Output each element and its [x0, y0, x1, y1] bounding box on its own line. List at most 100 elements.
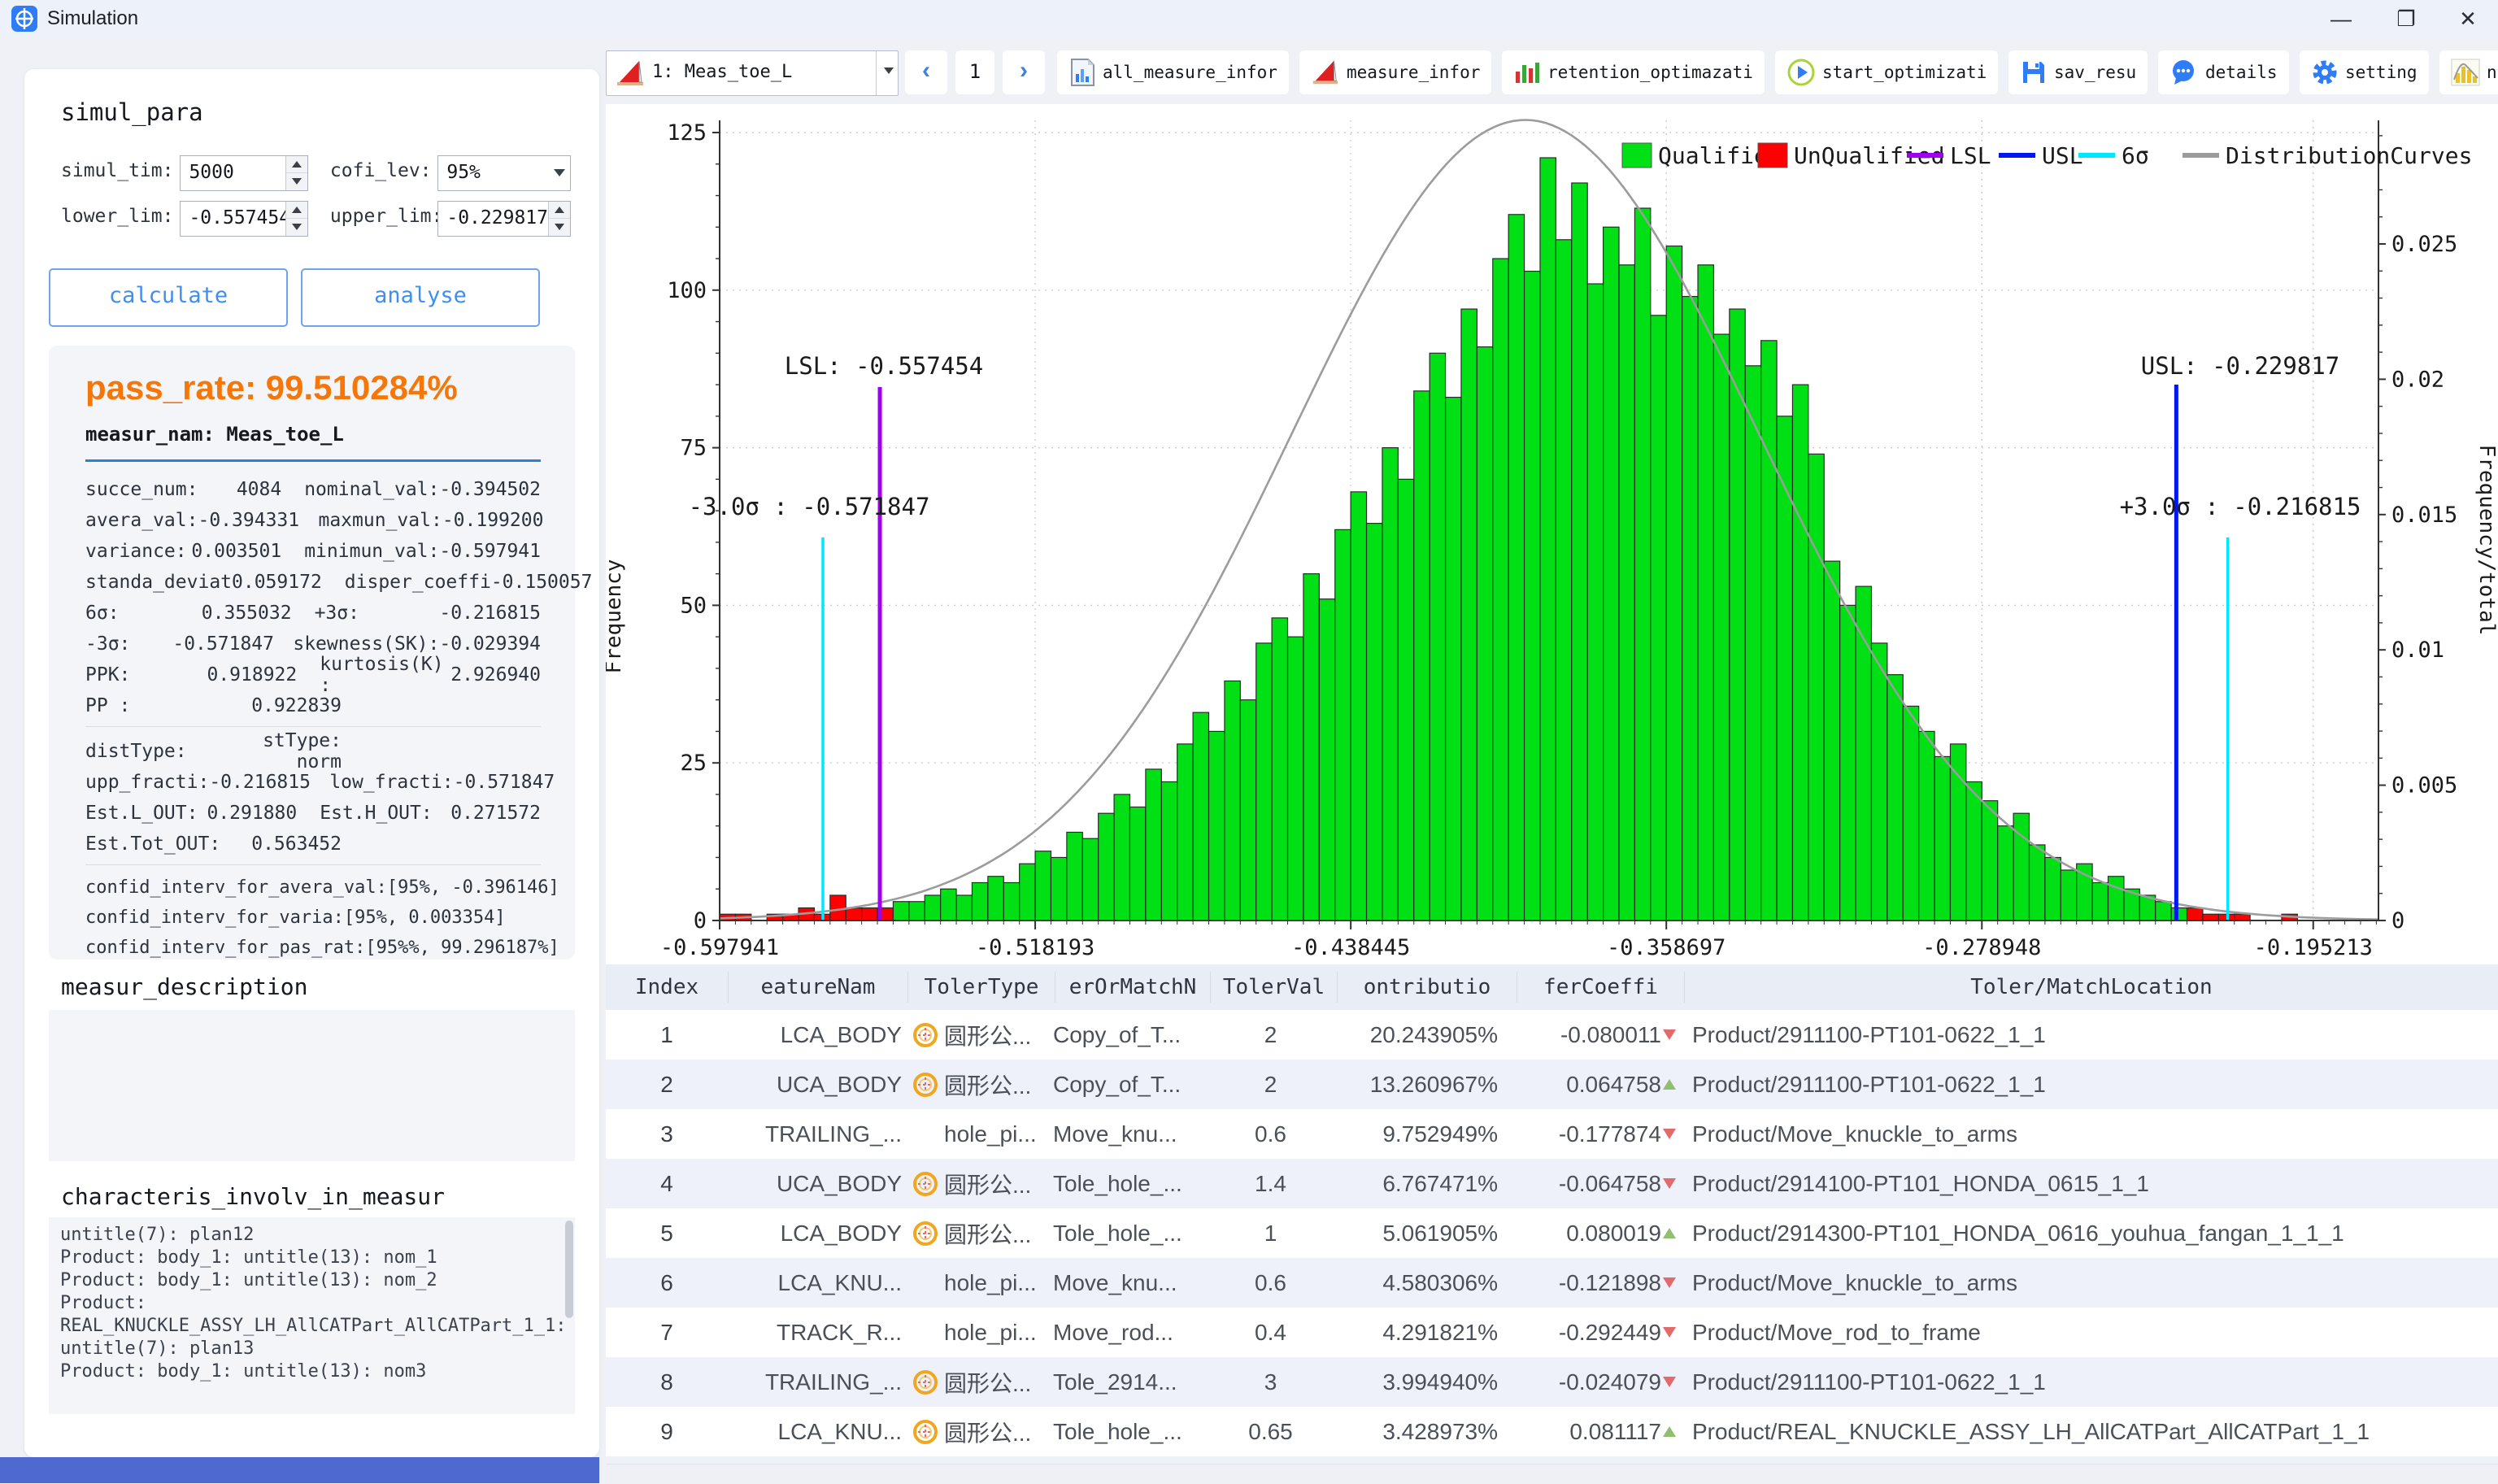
- cell-transfer-coeff: -0.292449: [1512, 1320, 1679, 1346]
- position-tolerance-icon: [910, 1020, 941, 1051]
- histogram-bar-qualified: [1319, 599, 1334, 920]
- lower-lim-input[interactable]: -0.557454: [180, 201, 308, 237]
- legend-swatch-Qualified: [1622, 143, 1652, 168]
- cell-match-name: Tole_2914...: [1053, 1369, 1208, 1395]
- legend-label-LSL: LSL: [1950, 142, 1991, 169]
- table-row[interactable]: 8TRAILING_...圆形公...Tole_2914...33.994940…: [606, 1357, 2498, 1407]
- x-tick-label: -0.438445: [1291, 935, 1410, 960]
- toolbar-button-sav_resu[interactable]: sav_resu: [2008, 50, 2148, 94]
- column-header-c-idx[interactable]: Index: [606, 972, 728, 1003]
- chevron-down-icon: [554, 169, 565, 176]
- column-header-c-feat[interactable]: eatureNam: [728, 972, 907, 1003]
- histogram-bar-qualified: [2109, 877, 2124, 920]
- close-button[interactable]: ✕: [2449, 5, 2487, 33]
- chart-canvas[interactable]: LSL: -0.557454-3.0σ : -0.571847USL: -0.2…: [606, 104, 2498, 964]
- cell-toler-type: hole_pi...: [907, 1270, 1053, 1296]
- cell-toler-type: hole_pi...: [907, 1320, 1053, 1346]
- histogram-bar-unqualified: [2235, 914, 2250, 920]
- arrow-down-icon: [1663, 1377, 1676, 1387]
- histogram-bar-qualified: [1682, 297, 1698, 920]
- histogram-bar-qualified: [1414, 391, 1430, 920]
- cofi-lev-select[interactable]: 95%: [437, 155, 571, 191]
- cell-match-name: Move_rod...: [1053, 1320, 1208, 1346]
- cell-toler-type: 圆形公...: [907, 1168, 1053, 1200]
- histogram-bar-qualified: [1003, 882, 1019, 920]
- table-row[interactable]: 1LCA_BODY圆形公...Copy_of_T...220.243905%-0…: [606, 1010, 2498, 1060]
- histogram-bar-qualified: [1367, 524, 1382, 920]
- toolbar-button-all_measure_infor[interactable]: all_measure_infor: [1057, 50, 1289, 94]
- column-header-c-loc[interactable]: Toler/MatchLocation: [1684, 972, 2498, 1003]
- table-row[interactable]: 2UCA_BODY圆形公...Copy_of_T...213.260967%0.…: [606, 1060, 2498, 1109]
- table-row[interactable]: 9LCA_KNU...圆形公...Tole_hole_...0.653.4289…: [606, 1407, 2498, 1456]
- cell-location: Product/2911100-PT101-0622_1_1: [1679, 1369, 2498, 1395]
- histogram-bar-qualified: [1067, 832, 1082, 920]
- measure-select[interactable]: 1: Meas_toe_L: [606, 50, 899, 96]
- confid-line: confid_interv_for_avera_val:[95%, -0.396…: [85, 873, 561, 903]
- next-measure-button[interactable]: ›: [1003, 50, 1045, 94]
- upper-lim-spinner[interactable]: [548, 202, 570, 236]
- scrollbar-thumb[interactable]: [565, 1221, 573, 1318]
- toolbar-button-label: number_of_referrals: [2487, 63, 2498, 82]
- column-header-c-type[interactable]: TolerType: [907, 972, 1055, 1003]
- histogram-bar-qualified: [1020, 864, 1035, 920]
- chart-document-icon: [1068, 58, 1096, 87]
- upper-lim-label: upper_lim:: [330, 206, 434, 227]
- contribution-table: IndexeatureNamTolerTypeerOrMatchNTolerVa…: [606, 964, 2498, 1465]
- divider: [85, 459, 541, 462]
- toolbar-button-number_of_referrals[interactable]: number_of_referrals: [2439, 50, 2498, 94]
- column-header-c-coef[interactable]: ferCoeffi: [1517, 972, 1684, 1003]
- toolbar-button-measure_infor[interactable]: measure_infor: [1299, 50, 1491, 94]
- table-row[interactable]: 4UCA_BODY圆形公...Tole_hole_...1.46.767471%…: [606, 1159, 2498, 1208]
- toolbar-button-details[interactable]: details: [2158, 50, 2289, 94]
- characteris-text: untitle(7): plan12 Product: body_1: unti…: [49, 1217, 575, 1390]
- y-right-tick-label: 0.025: [2391, 232, 2457, 257]
- lower-lim-spinner[interactable]: [285, 202, 307, 236]
- simul-tim-input[interactable]: 5000: [180, 155, 308, 191]
- table-row[interactable]: 3TRAILING_...hole_pi...Move_knu...0.69.7…: [606, 1109, 2498, 1159]
- cell-location: Product/2911100-PT101-0622_1_1: [1679, 1072, 2498, 1098]
- y-left-tick-label: 0: [694, 908, 707, 933]
- column-header-c-match[interactable]: erOrMatchN: [1055, 972, 1210, 1003]
- toolbar-button-retention_optimazati[interactable]: retention_optimazati: [1502, 50, 1765, 94]
- title-bar: Simulation — ❐ ✕: [0, 0, 2498, 37]
- cell-location: Product/Move_knuckle_to_arms: [1679, 1270, 2498, 1296]
- characteris-textarea[interactable]: untitle(7): plan12 Product: body_1: unti…: [49, 1217, 575, 1414]
- cell-toler-val: 1: [1208, 1221, 1334, 1247]
- maximize-button[interactable]: ❐: [2387, 5, 2425, 33]
- stat-row: avera_val:-0.394331maxmun_val:-0.199200: [85, 505, 541, 536]
- window-title: Simulation: [47, 7, 138, 30]
- table-row[interactable]: 5LCA_BODY圆形公...Tole_hole_...15.061905%0.…: [606, 1208, 2498, 1258]
- statistics-list: succe_num:4084nominal_val:-0.394502avera…: [85, 474, 541, 721]
- minimize-button[interactable]: —: [2322, 5, 2360, 33]
- toolbar-button-setting[interactable]: setting: [2300, 50, 2429, 94]
- table-row[interactable]: 6LCA_KNU...hole_pi...Move_knu...0.64.580…: [606, 1258, 2498, 1308]
- measur-description-textarea[interactable]: [49, 1010, 575, 1161]
- simul-tim-spinner[interactable]: [285, 156, 307, 190]
- y-left-tick-label: 100: [667, 278, 707, 303]
- column-header-c-contr[interactable]: ontributio: [1337, 972, 1517, 1003]
- chevron-down-icon: [876, 51, 898, 95]
- histogram-bar-qualified: [1177, 744, 1193, 920]
- horizontal-scrollbar[interactable]: [606, 1464, 2498, 1484]
- histogram-bar-unqualified: [830, 895, 846, 920]
- table-body: 1LCA_BODY圆形公...Copy_of_T...220.243905%-0…: [606, 1010, 2498, 1465]
- y-left-tick-label: 25: [680, 751, 707, 776]
- histogram-bar-qualified: [1713, 334, 1729, 920]
- analyse-button[interactable]: analyse: [301, 268, 540, 327]
- stat-row: PP :0.922839: [85, 690, 541, 721]
- legend-label-DistributionCurves: DistributionCurves: [2226, 142, 2472, 169]
- cell-contribution: 9.752949%: [1334, 1121, 1512, 1147]
- page-number: 1: [955, 50, 994, 94]
- cell-index: 4: [606, 1171, 728, 1197]
- cell-toler-val: 0.6: [1208, 1270, 1334, 1296]
- histogram-bar-qualified: [1871, 643, 1887, 920]
- plus-3-sigma-annotation: +3.0σ : -0.216815: [2120, 493, 2361, 520]
- cell-transfer-coeff: -0.080011: [1512, 1022, 1679, 1048]
- table-row[interactable]: 7TRACK_R...hole_pi...Move_rod...0.44.291…: [606, 1308, 2498, 1357]
- histogram-bar-qualified: [1651, 316, 1666, 920]
- calculate-button[interactable]: calculate: [49, 268, 288, 327]
- prev-measure-button[interactable]: ‹: [905, 50, 947, 94]
- upper-lim-input[interactable]: -0.229817: [437, 201, 571, 237]
- column-header-c-val[interactable]: TolerVal: [1210, 972, 1337, 1003]
- toolbar-button-start_optimizati[interactable]: start_optimizati: [1775, 50, 1998, 94]
